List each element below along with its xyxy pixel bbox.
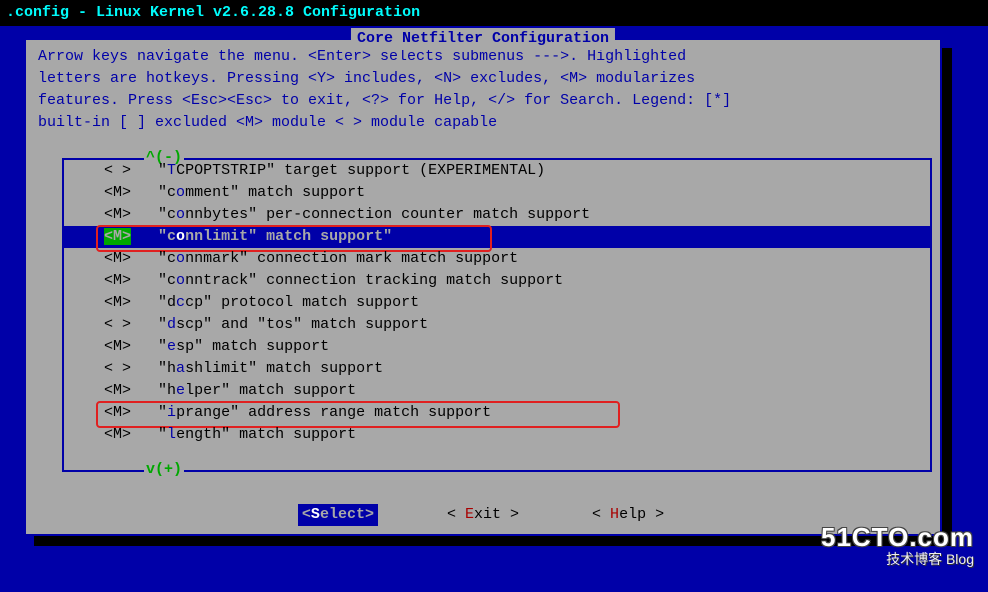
menu-item[interactable]: <M> "comment" match support bbox=[64, 182, 930, 204]
menu-item[interactable]: < > "TCPOPTSTRIP" target support (EXPERI… bbox=[64, 160, 930, 182]
help-line: features. Press <Esc><Esc> to exit, <?> … bbox=[38, 90, 928, 112]
scroll-down-icon[interactable]: v(+) bbox=[144, 459, 184, 481]
dialog-title: Core Netfilter Configuration bbox=[351, 28, 615, 50]
terminal-window: .config - Linux Kernel v2.6.28.8 Configu… bbox=[0, 0, 988, 592]
button-bar: <Select> < Exit > < Help > bbox=[26, 504, 940, 526]
exit-button[interactable]: < Exit > bbox=[443, 504, 523, 526]
menu-item[interactable]: <M> "helper" match support bbox=[64, 380, 930, 402]
window-title: .config - Linux Kernel v2.6.28.8 Configu… bbox=[0, 0, 988, 26]
menu-list[interactable]: ^(-) < > "TCPOPTSTRIP" target support (E… bbox=[62, 158, 932, 472]
help-text: Arrow keys navigate the menu. <Enter> se… bbox=[26, 40, 940, 138]
watermark-sub: 技术博客 Blog bbox=[821, 548, 974, 570]
menuconfig-dialog: Core Netfilter Configuration Arrow keys … bbox=[24, 38, 942, 536]
select-button[interactable]: <Select> bbox=[298, 504, 378, 526]
menu-item[interactable]: < > "dscp" and "tos" match support bbox=[64, 314, 930, 336]
menu-item[interactable]: <M> "length" match support bbox=[64, 424, 930, 446]
help-line: letters are hotkeys. Pressing <Y> includ… bbox=[38, 68, 928, 90]
menu-item[interactable]: <M> "connbytes" per-connection counter m… bbox=[64, 204, 930, 226]
help-line: built-in [ ] excluded <M> module < > mod… bbox=[38, 112, 928, 134]
menu-item-selected[interactable]: <M> "connlimit" match support" bbox=[64, 226, 930, 248]
menu-item[interactable]: <M> "conntrack" connection tracking matc… bbox=[64, 270, 930, 292]
help-button[interactable]: < Help > bbox=[588, 504, 668, 526]
menu-item[interactable]: <M> "iprange" address range match suppor… bbox=[64, 402, 930, 424]
menu-item[interactable]: <M> "dccp" protocol match support bbox=[64, 292, 930, 314]
menu-item[interactable]: <M> "connmark" connection mark match sup… bbox=[64, 248, 930, 270]
menu-item[interactable]: <M> "esp" match support bbox=[64, 336, 930, 358]
menu-item[interactable]: < > "hashlimit" match support bbox=[64, 358, 930, 380]
